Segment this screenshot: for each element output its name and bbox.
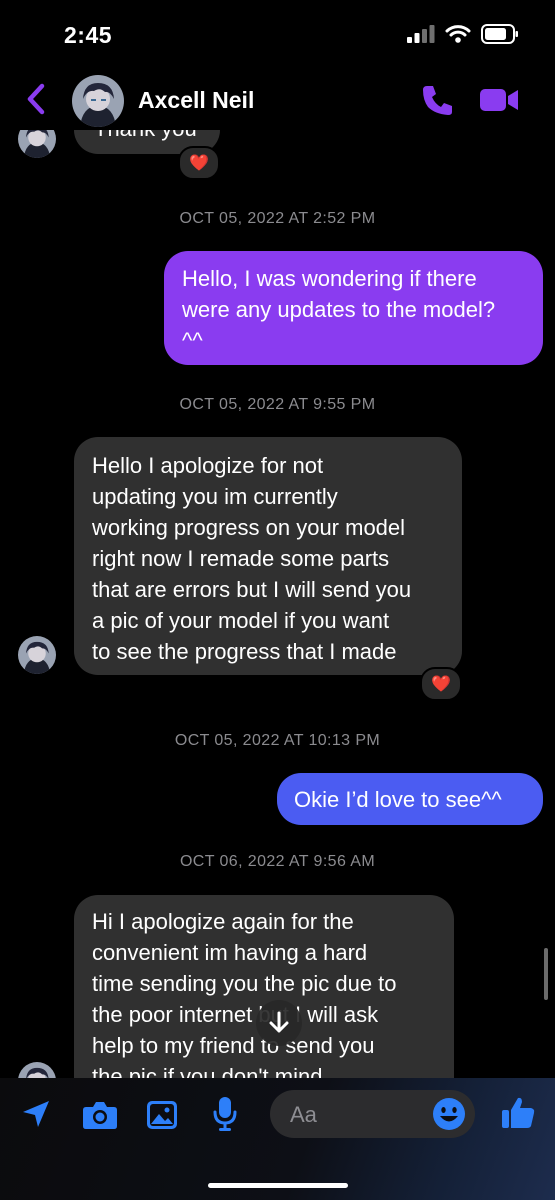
status-bar: 2:45 (0, 0, 555, 70)
message-list[interactable]: Thank you ❤️ OCT 05, 2022 AT 2:52 PM Hel… (0, 130, 555, 1078)
message-timestamp: OCT 05, 2022 AT 10:13 PM (174, 732, 381, 749)
reaction-badge[interactable]: ❤️ (178, 146, 220, 180)
gallery-icon[interactable] (146, 1100, 178, 1130)
message-line: ^^ (182, 328, 203, 353)
message-line: the pic if you don't mind (92, 1064, 323, 1078)
wifi-icon (445, 25, 471, 43)
phone-call-icon[interactable] (420, 82, 456, 118)
message-text: Okie I’d love to see^^ (294, 787, 502, 812)
camera-icon[interactable] (82, 1100, 118, 1130)
message-bubble-outgoing[interactable]: Okie I’d love to see^^ (277, 773, 543, 825)
message-line: were any updates to the model? (182, 297, 496, 322)
input-placeholder: Aa (290, 1102, 317, 1127)
location-icon[interactable] (20, 1098, 52, 1130)
status-icons (407, 24, 519, 44)
heart-reaction-icon: ❤️ (431, 676, 451, 693)
message-line: right now I remade some parts (92, 546, 390, 571)
status-time: 2:45 (64, 22, 113, 48)
message-line: Hello, I was wondering if there (182, 266, 477, 291)
message-bubble-incoming[interactable]: Hello I apologize for not updating you i… (74, 437, 462, 675)
arrow-down-icon (269, 1011, 289, 1033)
message-timestamp: OCT 06, 2022 AT 9:56 AM (179, 853, 376, 870)
message-bubble-incoming[interactable]: Hi I apologize again for the convenient … (74, 895, 454, 1078)
message-input[interactable]: Aa (270, 1090, 475, 1138)
message-line: time sending you the pic due to (92, 971, 397, 996)
back-chevron-icon[interactable] (22, 82, 52, 116)
message-line: a pic of your model if you want (92, 608, 390, 633)
message-line: convenient im having a hard (92, 940, 368, 965)
thumbs-up-icon[interactable] (500, 1095, 536, 1131)
heart-reaction-icon: ❤️ (189, 155, 209, 172)
message-line: to see the progress that I made (92, 639, 397, 664)
message-line: Hello I apologize for not (92, 453, 324, 478)
message-timestamp: OCT 05, 2022 AT 9:55 PM (179, 396, 376, 413)
contact-name[interactable]: Axcell Neil (138, 87, 254, 114)
emoji-icon[interactable] (432, 1097, 466, 1131)
cellular-signal-icon (407, 25, 435, 43)
reaction-badge[interactable]: ❤️ (420, 667, 462, 701)
message-line: working progress on your model (92, 515, 406, 540)
microphone-icon[interactable] (212, 1096, 238, 1132)
sender-avatar[interactable] (18, 636, 56, 674)
scroll-to-bottom-button[interactable] (256, 1000, 302, 1046)
message-bubble-outgoing[interactable]: Hello, I was wondering if there were any… (164, 251, 543, 365)
message-composer: Aa (0, 1078, 555, 1200)
sender-avatar[interactable] (18, 1062, 56, 1078)
sender-avatar[interactable] (18, 130, 56, 158)
message-text: Thank you (94, 130, 197, 141)
message-line: that are errors but I will send you (92, 577, 412, 602)
message-timestamp: OCT 05, 2022 AT 2:52 PM (179, 210, 376, 227)
video-call-icon[interactable] (478, 84, 520, 116)
contact-avatar[interactable] (72, 75, 124, 127)
chat-header: Axcell Neil (0, 70, 555, 130)
battery-icon (481, 24, 518, 44)
message-line: updating you im currently (92, 484, 338, 509)
message-line: Hi I apologize again for the (92, 909, 354, 934)
home-indicator[interactable] (208, 1183, 348, 1188)
scrollbar[interactable] (544, 948, 548, 1000)
